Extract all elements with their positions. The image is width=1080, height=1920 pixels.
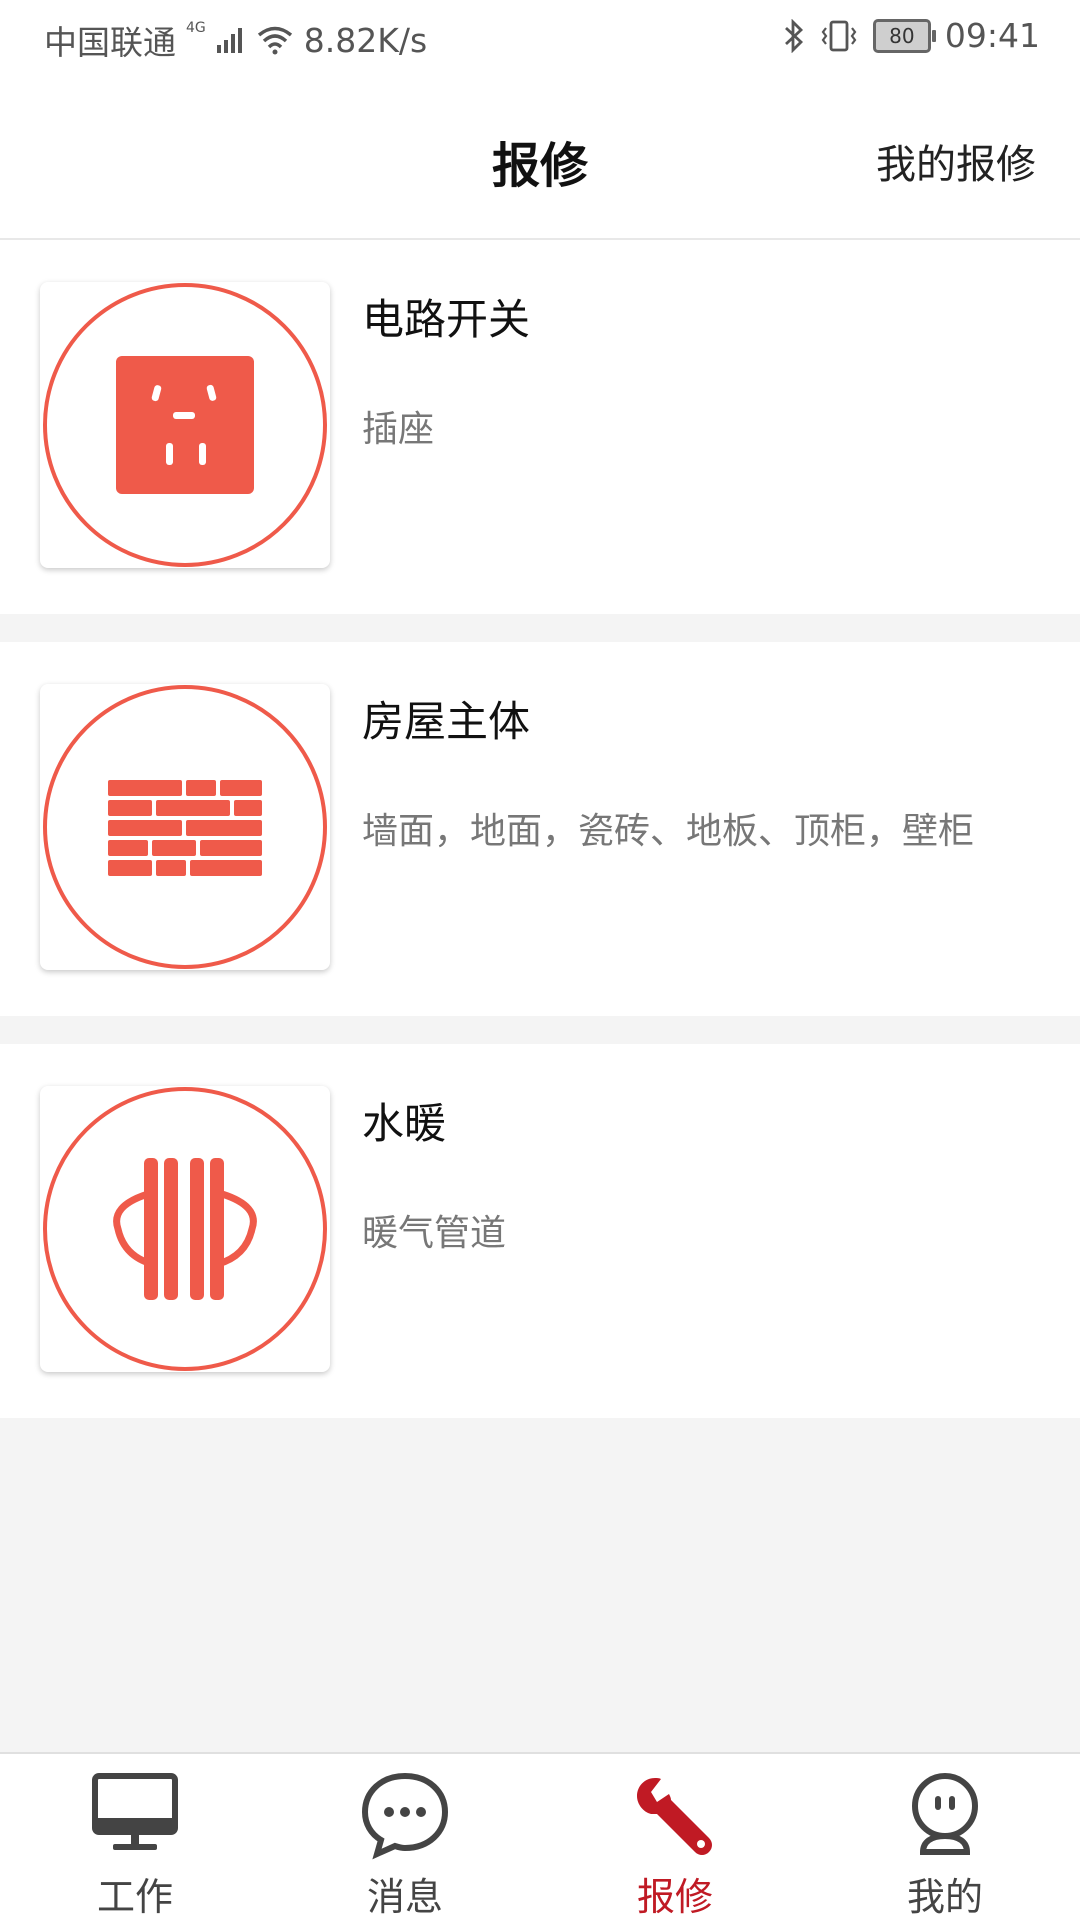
category-description: 墙面，地面，瓷砖、地板、顶柜，壁柜 <box>362 811 975 852</box>
wrench-icon <box>637 1778 712 1855</box>
bottom-navigation: 工作 消息 报修 我的 <box>0 1752 1080 1920</box>
nav-item-work[interactable]: 工作 <box>0 1754 270 1920</box>
battery-level: 80 <box>889 23 915 48</box>
nav-label: 消息 <box>366 1875 443 1919</box>
nav-label: 工作 <box>96 1875 173 1919</box>
repair-screen: 中国联通 4G 8.82K/s 80 09:41 报修 我的报修 电路开关 插座… <box>0 0 1080 1920</box>
brick-wall-icon <box>43 685 327 969</box>
nav-label: 我的 <box>906 1875 983 1919</box>
monitor-icon <box>92 1773 178 1850</box>
vibrate-icon <box>821 20 857 51</box>
category-thumbnail <box>40 684 330 970</box>
nav-item-repair[interactable]: 报修 <box>540 1754 810 1920</box>
wifi-icon <box>257 26 292 55</box>
category-name: 房屋主体 <box>362 697 531 746</box>
category-card-building[interactable]: 房屋主体 墙面，地面，瓷砖、地板、顶柜，壁柜 <box>0 642 1080 1016</box>
socket-icon <box>43 283 327 567</box>
category-name: 水暖 <box>362 1099 447 1148</box>
carrier-label: 中国联通 <box>44 23 176 62</box>
category-name: 电路开关 <box>362 295 531 344</box>
bluetooth-icon <box>784 18 803 53</box>
profile-icon <box>912 1773 978 1855</box>
category-description: 暖气管道 <box>362 1213 507 1254</box>
category-description: 插座 <box>362 409 435 450</box>
nav-label: 报修 <box>636 1875 713 1919</box>
signal-icon <box>216 28 242 53</box>
category-thumbnail <box>40 1086 330 1372</box>
category-card-plumbing-heating[interactable]: 水暖 暖气管道 <box>0 1044 1080 1418</box>
radiator-icon <box>43 1087 327 1371</box>
nav-item-profile[interactable]: 我的 <box>810 1754 1080 1920</box>
my-repairs-button[interactable]: 我的报修 <box>876 132 1036 190</box>
title-bar: 报修 我的报修 <box>0 74 1080 240</box>
nav-item-messages[interactable]: 消息 <box>270 1754 540 1920</box>
battery-icon: 80 <box>872 18 936 53</box>
network-type: 4G <box>186 20 206 36</box>
category-card-circuit[interactable]: 电路开关 插座 <box>0 240 1080 614</box>
network-speed: 8.82K/s <box>303 20 428 60</box>
status-bar: 中国联通 4G 8.82K/s 80 09:41 <box>0 0 1080 74</box>
chat-bubble-icon <box>361 1772 449 1860</box>
clock: 09:41 <box>944 16 1040 55</box>
category-thumbnail <box>40 282 330 568</box>
